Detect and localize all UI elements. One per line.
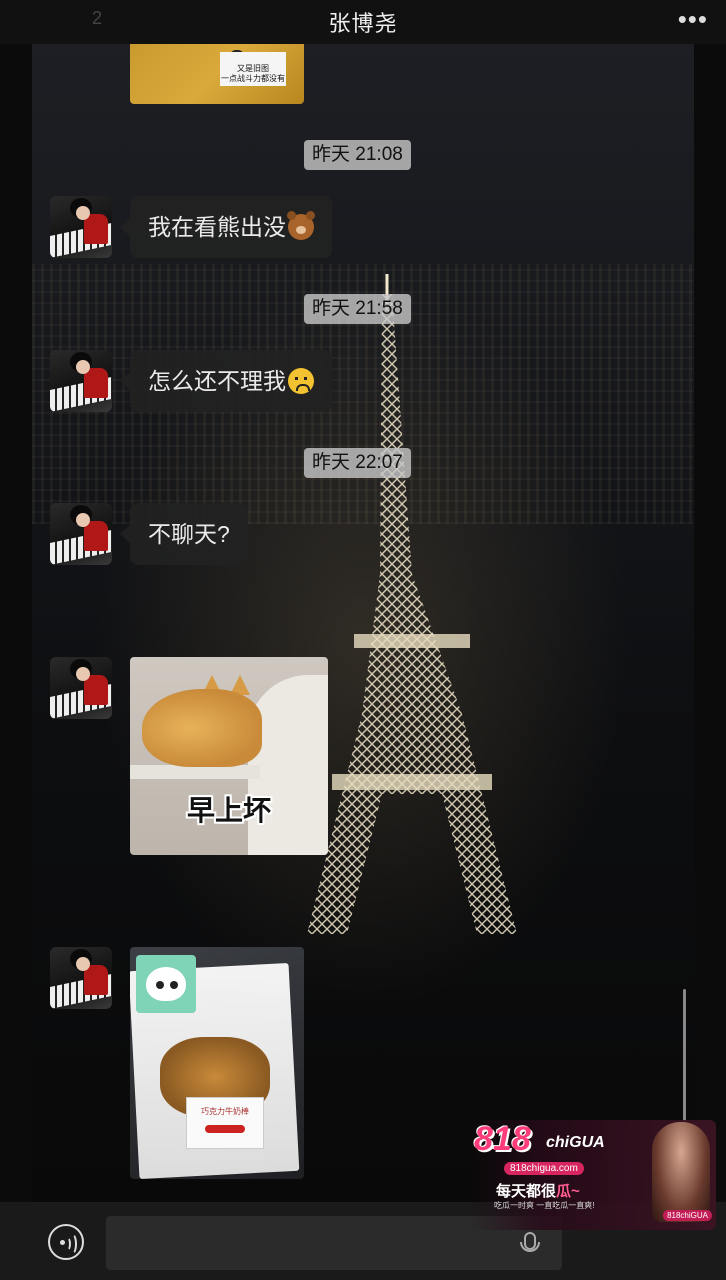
ad-domain: 818chigua.com [504, 1162, 584, 1175]
chat-title: 张博尧 [328, 11, 398, 36]
sad-face-emoji [288, 368, 314, 394]
ad-logo-word: chiGUA [546, 1134, 605, 1151]
message-text: 我在看熊出没 [148, 214, 286, 240]
message-bubble[interactable]: 我在看熊出没 [120, 196, 332, 258]
more-options-icon[interactable]: ••• [678, 4, 708, 35]
message-bubble[interactable]: 不聊天? [120, 503, 248, 565]
package-label: 巧克力牛奶棒 [186, 1097, 264, 1149]
ad-model-image [652, 1122, 710, 1222]
photo-message[interactable]: 巧克力牛奶棒 [130, 947, 304, 1179]
timestamp: 昨天 22:07 [304, 448, 411, 478]
voice-toggle-icon[interactable] [48, 1224, 84, 1260]
cat-sticker-icon [136, 955, 196, 1013]
timestamp: 昨天 21:58 [304, 294, 411, 324]
ad-slogan: 每天都很瓜~ [496, 1183, 580, 1200]
chat-header: 2 张博尧 ••• [0, 0, 726, 44]
previous-image-message[interactable]: 又是旧图 一点战斗力都没有 [130, 44, 304, 104]
bear-face-emoji [287, 211, 315, 240]
microphone-icon[interactable] [520, 1232, 540, 1252]
cat-sticker-image[interactable]: 早上坏 [130, 657, 328, 855]
image-note: 又是旧图 一点战斗力都没有 [220, 52, 286, 86]
timestamp: 昨天 21:08 [304, 140, 411, 170]
avatar[interactable] [50, 350, 112, 412]
avatar[interactable] [50, 503, 112, 565]
ad-logo-number: 818 [474, 1120, 531, 1158]
ad-subtitle: 吃瓜一时爽 一直吃瓜一直爽! [494, 1201, 595, 1210]
ad-badge: 818chiGUA [663, 1210, 712, 1221]
scrollbar[interactable] [683, 989, 686, 1129]
message-text: 不聊天? [148, 521, 230, 547]
sticker-caption: 早上坏 [186, 795, 271, 826]
avatar[interactable] [50, 196, 112, 258]
message-bubble[interactable]: 怎么还不理我 [120, 350, 332, 412]
avatar[interactable] [50, 657, 112, 719]
avatar[interactable] [50, 947, 112, 1009]
chat-area[interactable]: 又是旧图 一点战斗力都没有 昨天 21:08 我在看熊出没 昨天 21:58 怎… [32, 44, 694, 1202]
cat-picture [142, 689, 262, 767]
message-text: 怎么还不理我 [148, 368, 286, 394]
back-count[interactable]: 2 [92, 8, 102, 29]
watermark-ad[interactable]: 818 chiGUA 818chigua.com 每天都很瓜~ 吃瓜一时爽 一直… [470, 1120, 716, 1230]
